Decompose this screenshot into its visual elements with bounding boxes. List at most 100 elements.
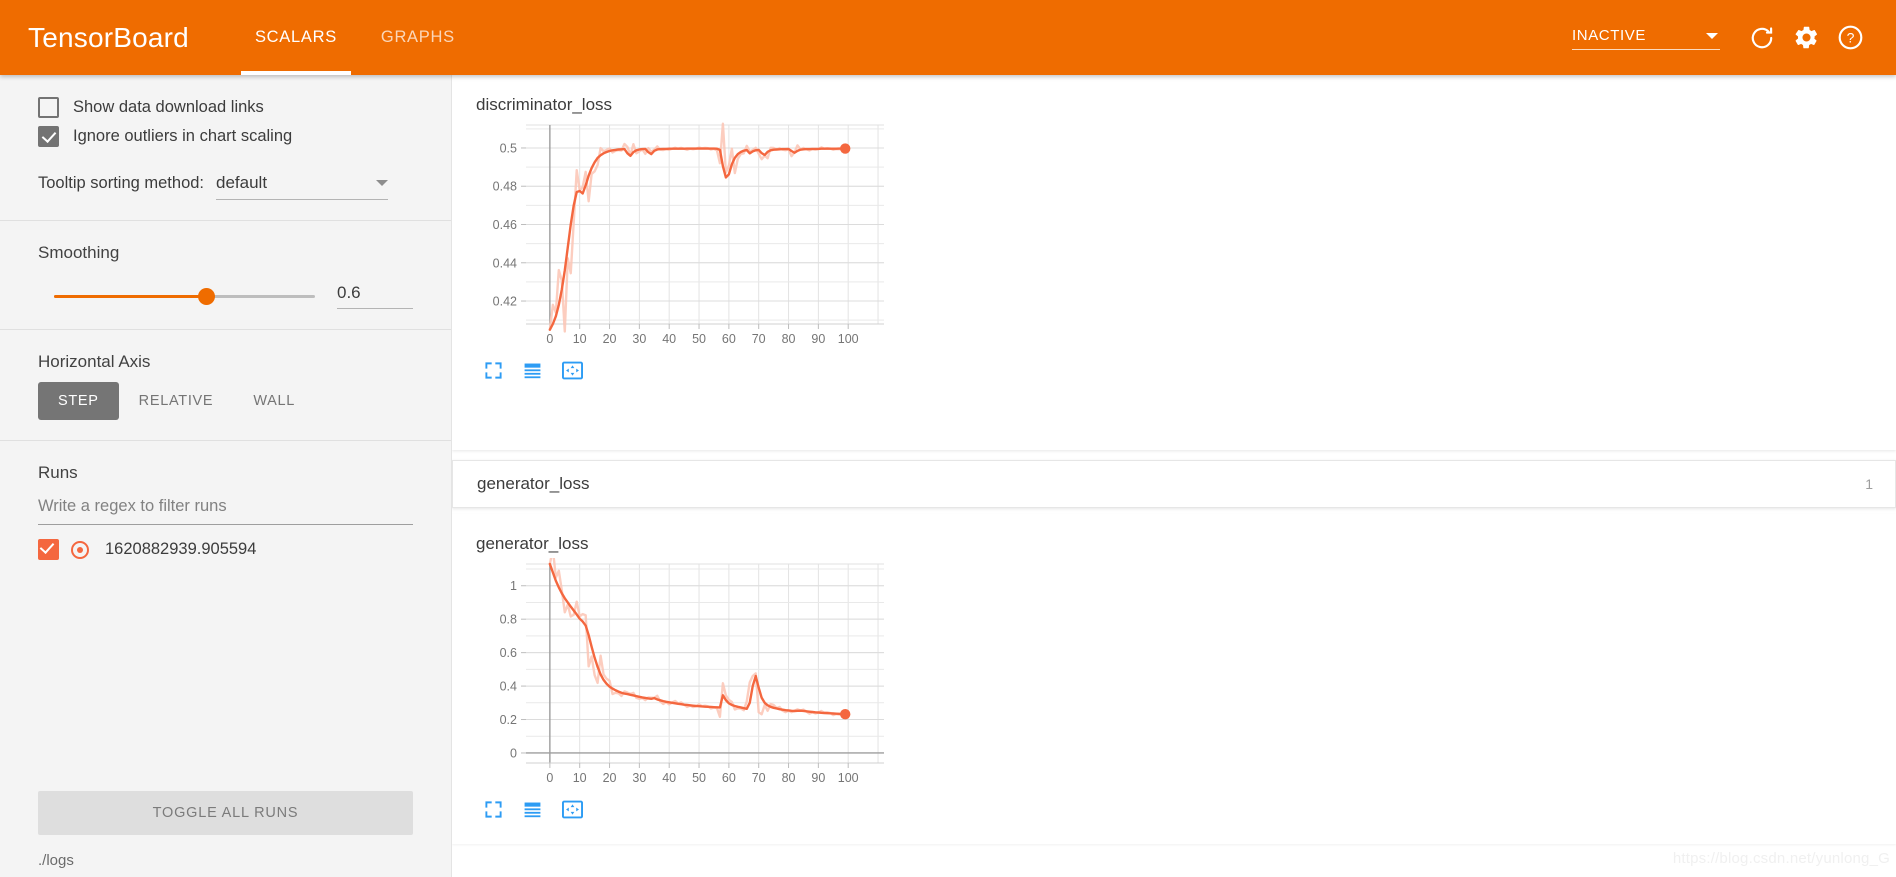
svg-text:90: 90 <box>811 771 825 785</box>
checkbox-ignore-outliers[interactable]: Ignore outliers in chart scaling <box>38 126 413 147</box>
runs-title: Runs <box>38 463 78 482</box>
smoothing-row: 0.6 <box>38 283 413 309</box>
toggle-all-runs-button[interactable]: TOGGLE ALL RUNS <box>38 791 413 835</box>
chart-plot-area[interactable]: 0 0.2 0.4 0.6 0.8 1 0 10 20 30 40 50 60 70 80 90 100 <box>474 547 1896 798</box>
watermark-text: https://blog.csdn.net/yunlong_G <box>1672 850 1890 867</box>
horizontal-axis-title: Horizontal Axis <box>38 352 151 371</box>
svg-text:0.48: 0.48 <box>493 180 517 194</box>
smoothing-value-input[interactable]: 0.6 <box>337 283 413 309</box>
run-checkbox-checked-icon[interactable] <box>38 539 59 560</box>
svg-text:10: 10 <box>573 771 587 785</box>
help-question-icon[interactable]: ? <box>1828 16 1872 60</box>
tab-scalars[interactable]: SCALARS <box>233 0 359 75</box>
main-content: discriminator_loss 0.42 0.44 0.46 0.48 0.5 0 1… <box>452 75 1896 877</box>
svg-text:0.46: 0.46 <box>493 218 517 232</box>
horizontal-axis-buttons: STEP RELATIVE WALL <box>38 382 413 420</box>
svg-text:0: 0 <box>546 771 553 785</box>
checkbox-unchecked-icon <box>38 97 59 118</box>
chart-card-generator-loss: generator_loss 0 0.2 0.4 0.6 0.8 1 0 10 20 30 40 50… <box>452 514 1896 844</box>
fit-domain-icon[interactable] <box>562 361 583 380</box>
svg-text:?: ? <box>1846 30 1854 46</box>
haxis-button-wall[interactable]: WALL <box>233 382 315 420</box>
fit-domain-icon[interactable] <box>562 800 583 819</box>
chart-svg-generator-loss[interactable]: 00.20.40.60.810 10 20 30 40 50 60 70 80 90 100 <box>474 547 894 793</box>
smoothing-title: Smoothing <box>38 243 120 262</box>
svg-text:100: 100 <box>838 332 859 346</box>
chevron-down-icon <box>376 180 389 186</box>
run-status-label: INACTIVE <box>1572 27 1646 44</box>
runs-section: Runs Write a regex to filter runs 162088… <box>0 441 451 588</box>
svg-text:1: 1 <box>510 579 517 593</box>
expand-chart-icon[interactable] <box>484 800 503 819</box>
chart-title: generator_loss <box>476 534 589 553</box>
svg-text:0.44: 0.44 <box>493 256 517 270</box>
tooltip-sorting-select[interactable]: default <box>216 173 389 200</box>
svg-text:50: 50 <box>692 332 706 346</box>
chart-card-discriminator-loss: discriminator_loss 0.42 0.44 0.46 0.48 0.5 0 1… <box>452 75 1896 450</box>
settings-sidebar: Show data download links Ignore outliers… <box>0 75 452 877</box>
main-nav-tabs: SCALARS GRAPHS <box>233 0 477 75</box>
runs-filter-placeholder: Write a regex to filter runs <box>38 497 227 515</box>
svg-text:0.4: 0.4 <box>500 680 517 694</box>
run-name-label: 1620882939.905594 <box>105 540 257 558</box>
svg-text:0.6: 0.6 <box>500 646 517 660</box>
runs-filter-input[interactable]: Write a regex to filter runs <box>38 493 413 525</box>
data-table-icon[interactable] <box>523 361 542 380</box>
haxis-button-relative[interactable]: RELATIVE <box>119 382 234 420</box>
app-title: TensorBoard <box>28 21 189 53</box>
tooltip-sorting-label: Tooltip sorting method: <box>38 174 205 192</box>
section-header-generator-loss[interactable]: generator_loss 1 <box>452 460 1896 508</box>
svg-text:0.2: 0.2 <box>500 713 517 727</box>
svg-text:60: 60 <box>722 771 736 785</box>
horizontal-axis-section: Horizontal Axis STEP RELATIVE WALL <box>0 330 451 440</box>
svg-text:30: 30 <box>632 332 646 346</box>
settings-gear-icon[interactable] <box>1784 16 1828 60</box>
chart-title: discriminator_loss <box>476 95 613 114</box>
chart-toolbar <box>474 800 1896 819</box>
svg-text:70: 70 <box>752 332 766 346</box>
svg-text:50: 50 <box>692 771 706 785</box>
slider-fill <box>54 294 205 298</box>
run-status-dropdown[interactable]: INACTIVE <box>1572 25 1720 50</box>
section-count: 1 <box>1865 476 1873 492</box>
svg-text:10: 10 <box>573 332 587 346</box>
svg-text:0: 0 <box>546 332 553 346</box>
checkbox-label: Show data download links <box>73 98 264 116</box>
chart-toolbar <box>474 361 1896 380</box>
chart-plot-area[interactable]: 0.42 0.44 0.46 0.48 0.5 0 10 20 30 40 50 60 70 80 90 10… <box>474 119 1896 359</box>
svg-text:0.5: 0.5 <box>500 141 517 155</box>
svg-text:0.42: 0.42 <box>493 295 517 309</box>
smoothing-slider[interactable] <box>38 286 315 306</box>
display-options-section: Show data download links Ignore outliers… <box>0 75 451 220</box>
chart-svg-discriminator-loss[interactable]: 0.42 0.44 0.46 0.48 0.5 0 10 20 30 40 50 60 70 80 90 10… <box>474 119 894 354</box>
app-body: Show data download links Ignore outliers… <box>0 75 1896 877</box>
checkbox-checked-icon <box>38 126 59 147</box>
svg-text:80: 80 <box>782 771 796 785</box>
svg-text:80: 80 <box>782 332 796 346</box>
svg-text:20: 20 <box>603 771 617 785</box>
tooltip-sorting-row: Tooltip sorting method: default <box>38 173 413 200</box>
checkbox-label: Ignore outliers in chart scaling <box>73 127 293 145</box>
svg-text:70: 70 <box>752 771 766 785</box>
svg-text:30: 30 <box>632 771 646 785</box>
data-table-icon[interactable] <box>523 800 542 819</box>
svg-text:0.8: 0.8 <box>500 613 517 627</box>
refresh-icon[interactable] <box>1740 16 1784 60</box>
logdir-label: ./logs <box>38 852 74 869</box>
app-header: TensorBoard SCALARS GRAPHS INACTIVE ? <box>0 0 1896 75</box>
svg-text:40: 40 <box>662 332 676 346</box>
slider-thumb[interactable] <box>198 287 215 305</box>
svg-text:90: 90 <box>811 332 825 346</box>
svg-text:40: 40 <box>662 771 676 785</box>
svg-text:0: 0 <box>510 746 517 760</box>
svg-text:20: 20 <box>603 332 617 346</box>
tab-graphs[interactable]: GRAPHS <box>359 0 477 75</box>
run-list-item[interactable]: 1620882939.905594 <box>38 539 413 560</box>
svg-text:100: 100 <box>838 771 859 785</box>
chevron-down-icon <box>1706 32 1718 39</box>
haxis-button-step[interactable]: STEP <box>38 382 119 420</box>
toggle-all-runs-wrap: TOGGLE ALL RUNS <box>38 791 413 835</box>
expand-chart-icon[interactable] <box>484 361 503 380</box>
svg-text:60: 60 <box>722 332 736 346</box>
checkbox-show-data-download-links[interactable]: Show data download links <box>38 97 413 118</box>
